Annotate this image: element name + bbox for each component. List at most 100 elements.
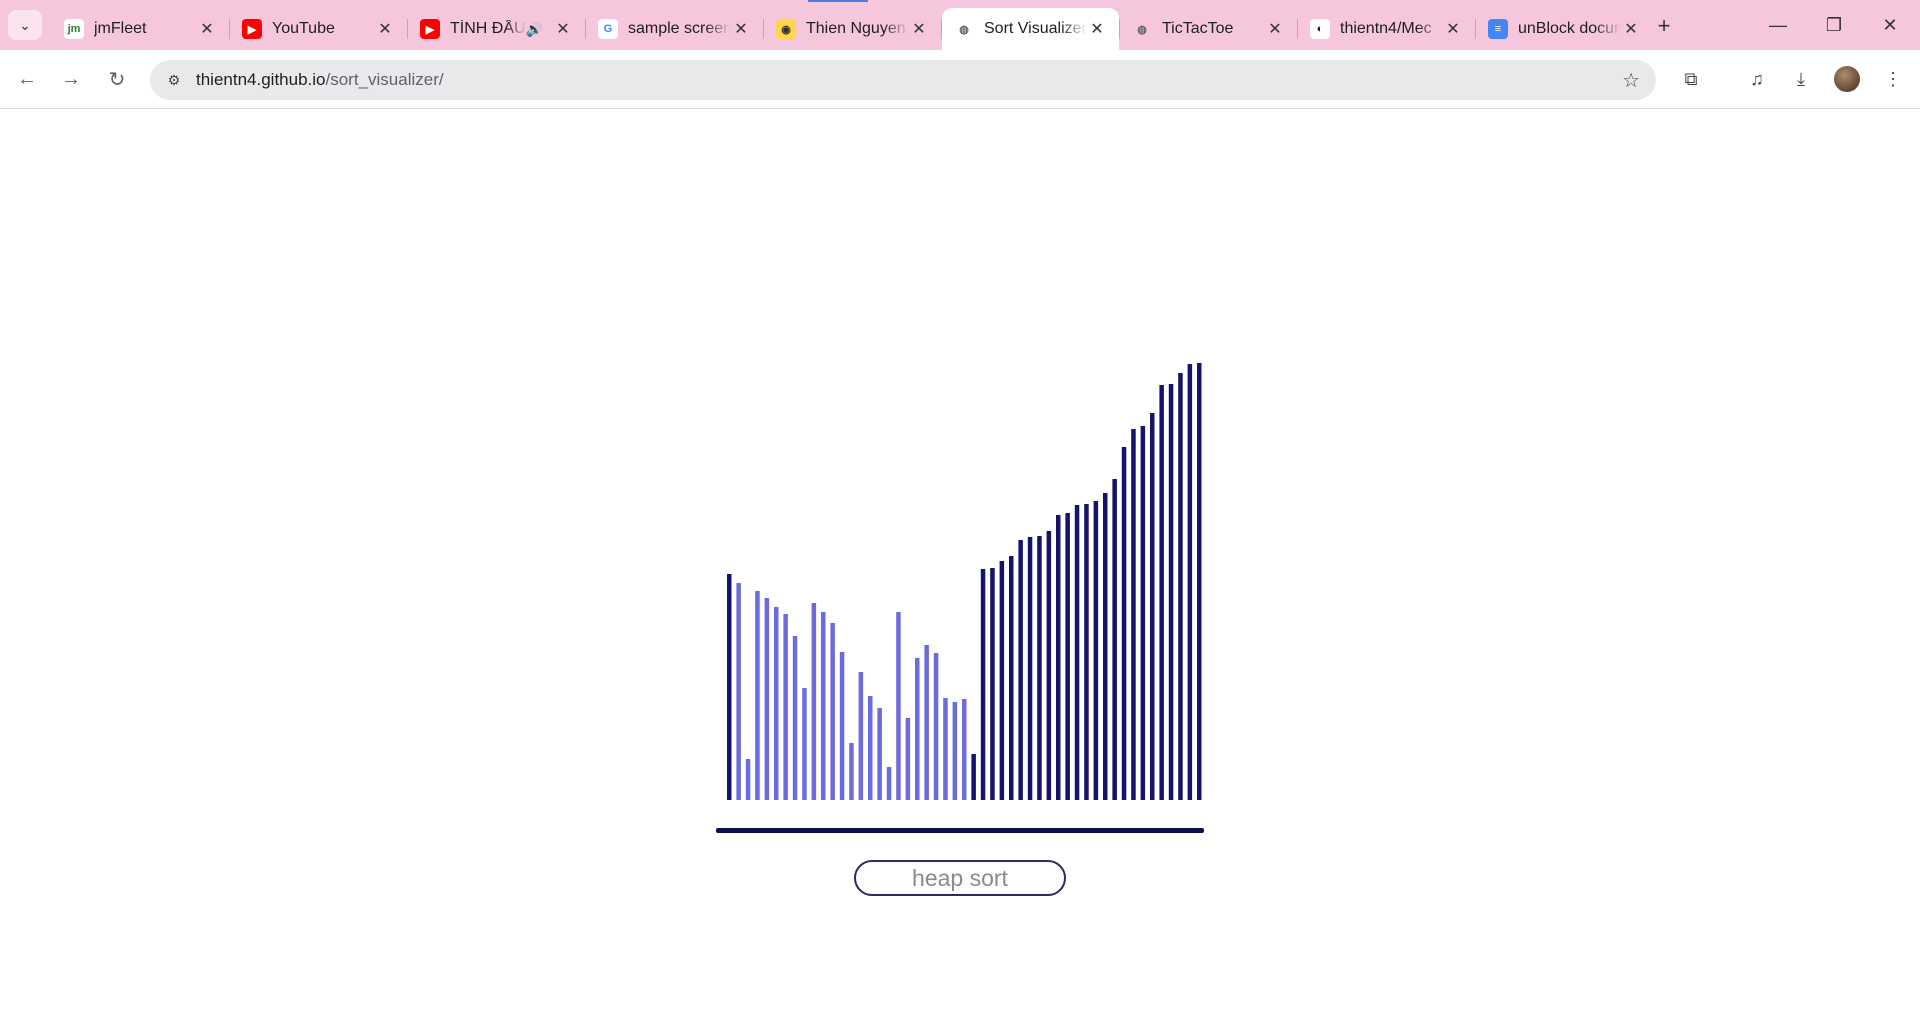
close-tab-icon[interactable]: ✕ bbox=[1265, 19, 1285, 39]
url-host: thientn4.github.io bbox=[196, 70, 326, 89]
speaker-icon[interactable]: 🔊 bbox=[526, 21, 543, 38]
jmfleet-icon: jm bbox=[64, 19, 84, 39]
bar-45 bbox=[1150, 413, 1155, 800]
bar-15 bbox=[868, 696, 873, 800]
bar-39 bbox=[1093, 501, 1099, 800]
url-path: /sort_visualizer/ bbox=[325, 70, 444, 89]
close-tab-icon[interactable]: ✕ bbox=[1621, 19, 1641, 39]
close-tab-icon[interactable]: ✕ bbox=[375, 19, 395, 39]
reload-icon: ↻ bbox=[108, 68, 126, 91]
tab-search-button[interactable]: ⌄ bbox=[8, 10, 42, 40]
bar-5 bbox=[774, 607, 779, 800]
bar-6 bbox=[783, 614, 788, 800]
tab-1[interactable]: ▶ YouTube ✕ bbox=[230, 8, 407, 50]
bar-2 bbox=[745, 759, 751, 800]
tab-title: Thien Nguyen bbox=[806, 20, 906, 37]
globe-icon: ◍ bbox=[959, 23, 969, 36]
close-tab-icon[interactable]: ✕ bbox=[909, 19, 929, 39]
docs-icon: ≡ bbox=[1488, 19, 1508, 39]
bar-11 bbox=[830, 623, 835, 800]
bar-26 bbox=[971, 754, 976, 800]
close-window-button[interactable]: ✕ bbox=[1862, 0, 1918, 50]
tab-5[interactable]: ◍ Sort Visualizer ✕ bbox=[942, 8, 1119, 50]
bar-0 bbox=[727, 574, 732, 800]
bar-8 bbox=[802, 688, 807, 800]
minimize-button[interactable]: — bbox=[1750, 0, 1806, 50]
close-tab-icon[interactable]: ✕ bbox=[197, 19, 217, 39]
new-tab-button[interactable]: + bbox=[1650, 12, 1678, 40]
bar-29 bbox=[999, 561, 1005, 800]
tab-title: thientn4/Mec bbox=[1340, 20, 1432, 37]
sort-visualizer-chart bbox=[727, 363, 1202, 800]
bar-28 bbox=[990, 568, 995, 800]
bar-25 bbox=[962, 699, 967, 800]
tab-list: jm jmFleet ✕ ▶ YouTube ✕ ▶ TÌNH ĐẦU 🔊 ✕ Gsample sc… bbox=[52, 8, 1653, 50]
bar-43 bbox=[1131, 429, 1136, 800]
close-tab-icon[interactable]: ✕ bbox=[553, 19, 573, 39]
bar-38 bbox=[1084, 504, 1089, 800]
tab-3[interactable]: Gsample screenshot✕ bbox=[586, 8, 763, 50]
bar-27 bbox=[980, 569, 986, 800]
bar-44 bbox=[1140, 426, 1146, 800]
loading-indicator bbox=[808, 0, 868, 2]
back-arrow-icon: ← bbox=[17, 67, 37, 90]
tab-title: sample screenshot bbox=[628, 20, 731, 37]
tab-title: TÌNH ĐẦU bbox=[450, 20, 526, 37]
close-tab-icon[interactable]: ✕ bbox=[731, 19, 751, 39]
tab-title: jmFleet bbox=[94, 20, 147, 37]
bar-48 bbox=[1178, 373, 1183, 800]
bar-9 bbox=[811, 603, 817, 800]
tab-6[interactable]: ◍ TicTacToe ✕ bbox=[1120, 8, 1297, 50]
bar-12 bbox=[839, 652, 845, 800]
bar-47 bbox=[1168, 384, 1174, 800]
restore-button[interactable]: ❐ bbox=[1806, 0, 1862, 50]
bar-42 bbox=[1121, 447, 1127, 800]
bar-32 bbox=[1027, 537, 1033, 800]
tab-7[interactable]: ◐ thientn4/Mec ✕ bbox=[1298, 8, 1475, 50]
github-icon: ◐ bbox=[1310, 19, 1330, 39]
bars-baseline bbox=[716, 828, 1204, 833]
bar-16 bbox=[877, 708, 882, 800]
tab-0[interactable]: jm jmFleet ✕ bbox=[52, 8, 229, 50]
globe-icon: ◍ bbox=[1137, 23, 1147, 36]
download-icon[interactable]: ⤓ bbox=[1786, 64, 1816, 94]
bookmark-star-icon[interactable]: ☆ bbox=[1622, 68, 1640, 93]
tab-4[interactable]: ◉ Thien Nguyen ✕ bbox=[764, 8, 941, 50]
bar-21 bbox=[924, 645, 929, 800]
youtube-icon: ▶ bbox=[420, 19, 440, 39]
bar-46 bbox=[1159, 385, 1164, 800]
bar-14 bbox=[858, 672, 864, 800]
bar-10 bbox=[821, 612, 826, 800]
tab-2[interactable]: ▶ TÌNH ĐẦU 🔊 ✕ bbox=[408, 8, 585, 50]
site-info-icon[interactable]: ⚙ bbox=[160, 66, 188, 94]
tab-strip: ⌄ jm jmFleet ✕ ▶ YouTube ✕ ▶ TÌNH ĐẦU 🔊 ✕ Gsample … bbox=[0, 0, 1920, 50]
algorithm-button[interactable]: heap sort bbox=[854, 860, 1066, 896]
profile-avatar[interactable] bbox=[1834, 66, 1860, 92]
bar-36 bbox=[1065, 513, 1070, 800]
bar-17 bbox=[886, 767, 892, 800]
close-tab-icon[interactable]: ✕ bbox=[1443, 19, 1463, 39]
url-text[interactable]: thientn4.github.io/sort_visualizer/ bbox=[196, 70, 444, 90]
address-bar[interactable]: ⚙ thientn4.github.io/sort_visualizer/ ☆ bbox=[150, 60, 1656, 100]
reload-button[interactable]: ↻ bbox=[98, 60, 136, 98]
tab-title: TicTacToe bbox=[1162, 20, 1234, 37]
bar-20 bbox=[915, 658, 920, 800]
bar-49 bbox=[1187, 364, 1193, 800]
close-tab-icon[interactable]: ✕ bbox=[1087, 19, 1107, 39]
menu-kebab-icon[interactable]: ⋮ bbox=[1878, 64, 1908, 94]
bar-23 bbox=[943, 698, 948, 800]
google-icon: G bbox=[598, 19, 618, 39]
bar-19 bbox=[905, 718, 911, 800]
bar-40 bbox=[1103, 493, 1108, 800]
bar-37 bbox=[1074, 505, 1080, 800]
back-button[interactable]: ← bbox=[8, 60, 46, 98]
extensions-icon[interactable]: ⧉ bbox=[1676, 64, 1706, 94]
tab-8[interactable]: ≡ unBlock document✕ bbox=[1476, 8, 1653, 50]
forward-button[interactable]: → bbox=[52, 60, 90, 98]
bar-13 bbox=[849, 743, 854, 800]
bar-31 bbox=[1018, 540, 1023, 800]
chevron-down-icon: ⌄ bbox=[19, 16, 31, 33]
bar-18 bbox=[896, 612, 901, 800]
media-control-icon[interactable]: ♫ bbox=[1742, 64, 1772, 94]
forward-arrow-icon: → bbox=[61, 67, 81, 90]
